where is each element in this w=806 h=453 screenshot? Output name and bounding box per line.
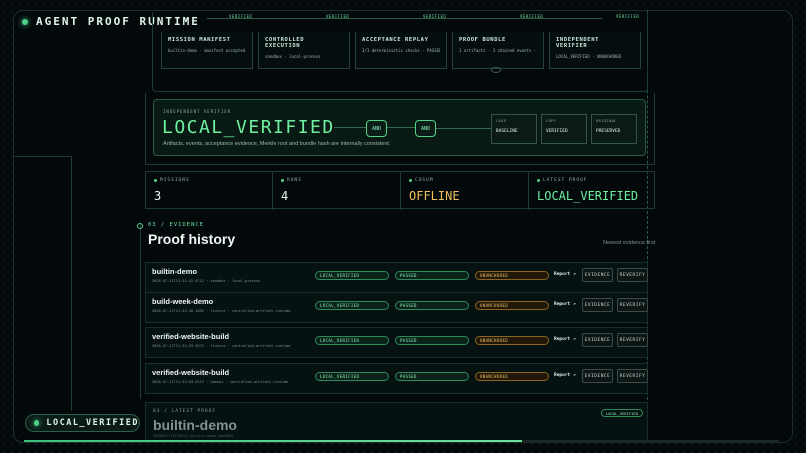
status-dot-icon <box>22 18 28 25</box>
history-row: builtin-demo 2026-07-21T11:32:42.071Z · … <box>145 262 648 293</box>
circuit-line <box>140 224 141 399</box>
stage-title: MISSION MANIFEST <box>168 37 231 43</box>
evidence-button[interactable]: EVIDENCE <box>582 298 613 312</box>
panel-outline <box>145 93 655 165</box>
stat-label: RUNS <box>287 178 302 183</box>
stage-title: CONTROLLED EXECUTION <box>265 37 305 49</box>
stage-card[interactable]: INDEPENDENT VERIFIER LOCAL_VERIFIED · UN… <box>549 32 641 69</box>
stat-dot-icon <box>537 179 540 182</box>
verify-badge: LOCAL_VERIFIED <box>315 271 389 280</box>
reverify-button[interactable]: REVERIFY <box>617 369 648 383</box>
verify-badge: LOCAL_VERIFIED <box>315 336 389 345</box>
anchor-badge: UNANCHORED <box>475 271 549 280</box>
report-link[interactable]: Report ↗ <box>554 272 576 277</box>
stat-dot-icon <box>281 179 284 182</box>
latest-hash: 20260721T113242Z-builtin-demo-e8a0003 <box>153 434 234 438</box>
stage-status: VERIFIED <box>520 14 544 19</box>
reverify-button[interactable]: REVERIFY <box>617 333 648 347</box>
circuit-line <box>71 156 72 411</box>
report-link[interactable]: Report ↗ <box>554 373 576 378</box>
progress-bar <box>24 440 779 442</box>
anchor-badge: UNANCHORED <box>475 372 549 381</box>
stage-card[interactable]: PROOF BUNDLE 1 artifacts · 3 chained eve… <box>452 32 544 69</box>
latest-status-badge: LOCAL_VERIFIED <box>600 409 643 417</box>
circuit-line <box>14 156 72 157</box>
footer-status-label: LOCAL_VERIFIED <box>46 418 139 428</box>
stage-title: ACCEPTANCE REPLAY <box>362 37 429 43</box>
stage-status: VERIFIED <box>326 14 350 19</box>
stage-status: VERIFIED <box>423 14 447 19</box>
history-row: verified-website-build 2026-07-21T11:32:… <box>145 327 648 358</box>
eye-icon[interactable] <box>491 67 501 73</box>
row-name[interactable]: builtin-demo <box>152 267 197 276</box>
section-title: Proof history <box>148 231 236 247</box>
stage-detail: 1 artifacts · 3 chained events · sha256:… <box>459 48 537 53</box>
evidence-button[interactable]: EVIDENCE <box>582 333 613 347</box>
history-row: verified-website-build 2026-07-21T11:32:… <box>145 363 648 394</box>
stage-title: PROOF BUNDLE <box>459 37 506 43</box>
evidence-button[interactable]: EVIDENCE <box>582 369 613 383</box>
stat-dot-icon <box>154 179 157 182</box>
stat-value: OFFLINE <box>409 189 460 203</box>
stage-detail: sandbox · local-process <box>265 54 321 59</box>
latest-eyebrow: 03 / LATEST PROOF <box>153 409 217 414</box>
replay-badge: PASSED <box>395 271 469 280</box>
stage-detail: builtin-demo · manifest accepted <box>168 48 246 53</box>
row-name[interactable]: verified-website-build <box>152 332 229 341</box>
stage-title: INDEPENDENT VERIFIER <box>556 37 600 49</box>
status-dot-icon <box>34 420 40 426</box>
stat-dot-icon <box>409 179 412 182</box>
history-row: build-week-demo 2026-07-21T11:32:40.189Z… <box>145 292 648 323</box>
report-link[interactable]: Report ↗ <box>554 302 576 307</box>
evidence-button[interactable]: EVIDENCE <box>582 268 613 282</box>
row-meta: 2026-07-21T11:32:42.071Z · sandbox · loc… <box>152 279 261 283</box>
sort-note: Newest evidence first <box>603 240 656 246</box>
footer-status-badge[interactable]: LOCAL_VERIFIED <box>25 414 140 432</box>
verify-badge: LOCAL_VERIFIED <box>315 372 389 381</box>
stat-label: LATEST PROOF <box>543 178 588 183</box>
row-name[interactable]: build-week-demo <box>152 297 213 306</box>
replay-badge: PASSED <box>395 301 469 310</box>
stat-label: CUSUM <box>415 178 434 183</box>
replay-badge: PASSED <box>395 336 469 345</box>
replay-badge: PASSED <box>395 372 469 381</box>
circuit-node-icon <box>137 223 143 229</box>
row-meta: 2026-07-21T11:32:40.189Z · fixture · con… <box>152 309 291 313</box>
stat-value: 4 <box>281 189 289 203</box>
pipeline-panel: MISSION MANIFEST builtin-demo · manifest… <box>152 12 648 92</box>
report-link[interactable]: Report ↗ <box>554 337 576 342</box>
stat-missions: MISSIONS 3 <box>146 172 273 210</box>
stat-runs: RUNS 4 <box>273 172 401 210</box>
stat-latest-proof: LATEST PROOF LOCAL_VERIFIED <box>529 172 655 210</box>
reverify-button[interactable]: REVERIFY <box>617 268 648 282</box>
stage-card[interactable]: CONTROLLED EXECUTION sandbox · local-pro… <box>258 32 350 69</box>
anchor-badge: UNANCHORED <box>475 336 549 345</box>
row-name[interactable]: verified-website-build <box>152 368 229 377</box>
row-meta: 2026-07-21T11:32:29.307Z · fixture · con… <box>152 344 291 348</box>
stat-cusum: CUSUM OFFLINE <box>401 172 529 210</box>
verify-badge: LOCAL_VERIFIED <box>315 301 389 310</box>
stage-card[interactable]: ACCEPTANCE REPLAY 3/3 deterministic chec… <box>355 32 447 69</box>
stage-detail: LOCAL_VERIFIED · UNANCHORED <box>556 54 622 59</box>
reverify-button[interactable]: REVERIFY <box>617 298 648 312</box>
section-eyebrow: 03 / EVIDENCE <box>148 222 205 228</box>
latest-proof-panel: 03 / LATEST PROOF builtin-demo 20260721T… <box>145 402 648 442</box>
stage-card[interactable]: MISSION MANIFEST builtin-demo · manifest… <box>161 32 253 69</box>
stat-value: LOCAL_VERIFIED <box>537 189 639 203</box>
progress-fill <box>24 440 523 442</box>
stat-value: 3 <box>154 189 162 203</box>
row-meta: 2026-07-21T11:32:03.911Z · openai · cont… <box>152 380 289 384</box>
stage-detail: 3/3 deterministic checks · PASSED <box>362 48 440 53</box>
latest-name: builtin-demo <box>153 417 237 433</box>
stage-status: VERIFIED <box>616 14 640 19</box>
anchor-badge: UNANCHORED <box>475 301 549 310</box>
stat-label: MISSIONS <box>160 178 190 183</box>
stage-status: VERIFIED <box>229 14 253 19</box>
stats-bar: MISSIONS 3 RUNS 4 CUSUM OFFLINE LATEST P… <box>145 171 655 210</box>
